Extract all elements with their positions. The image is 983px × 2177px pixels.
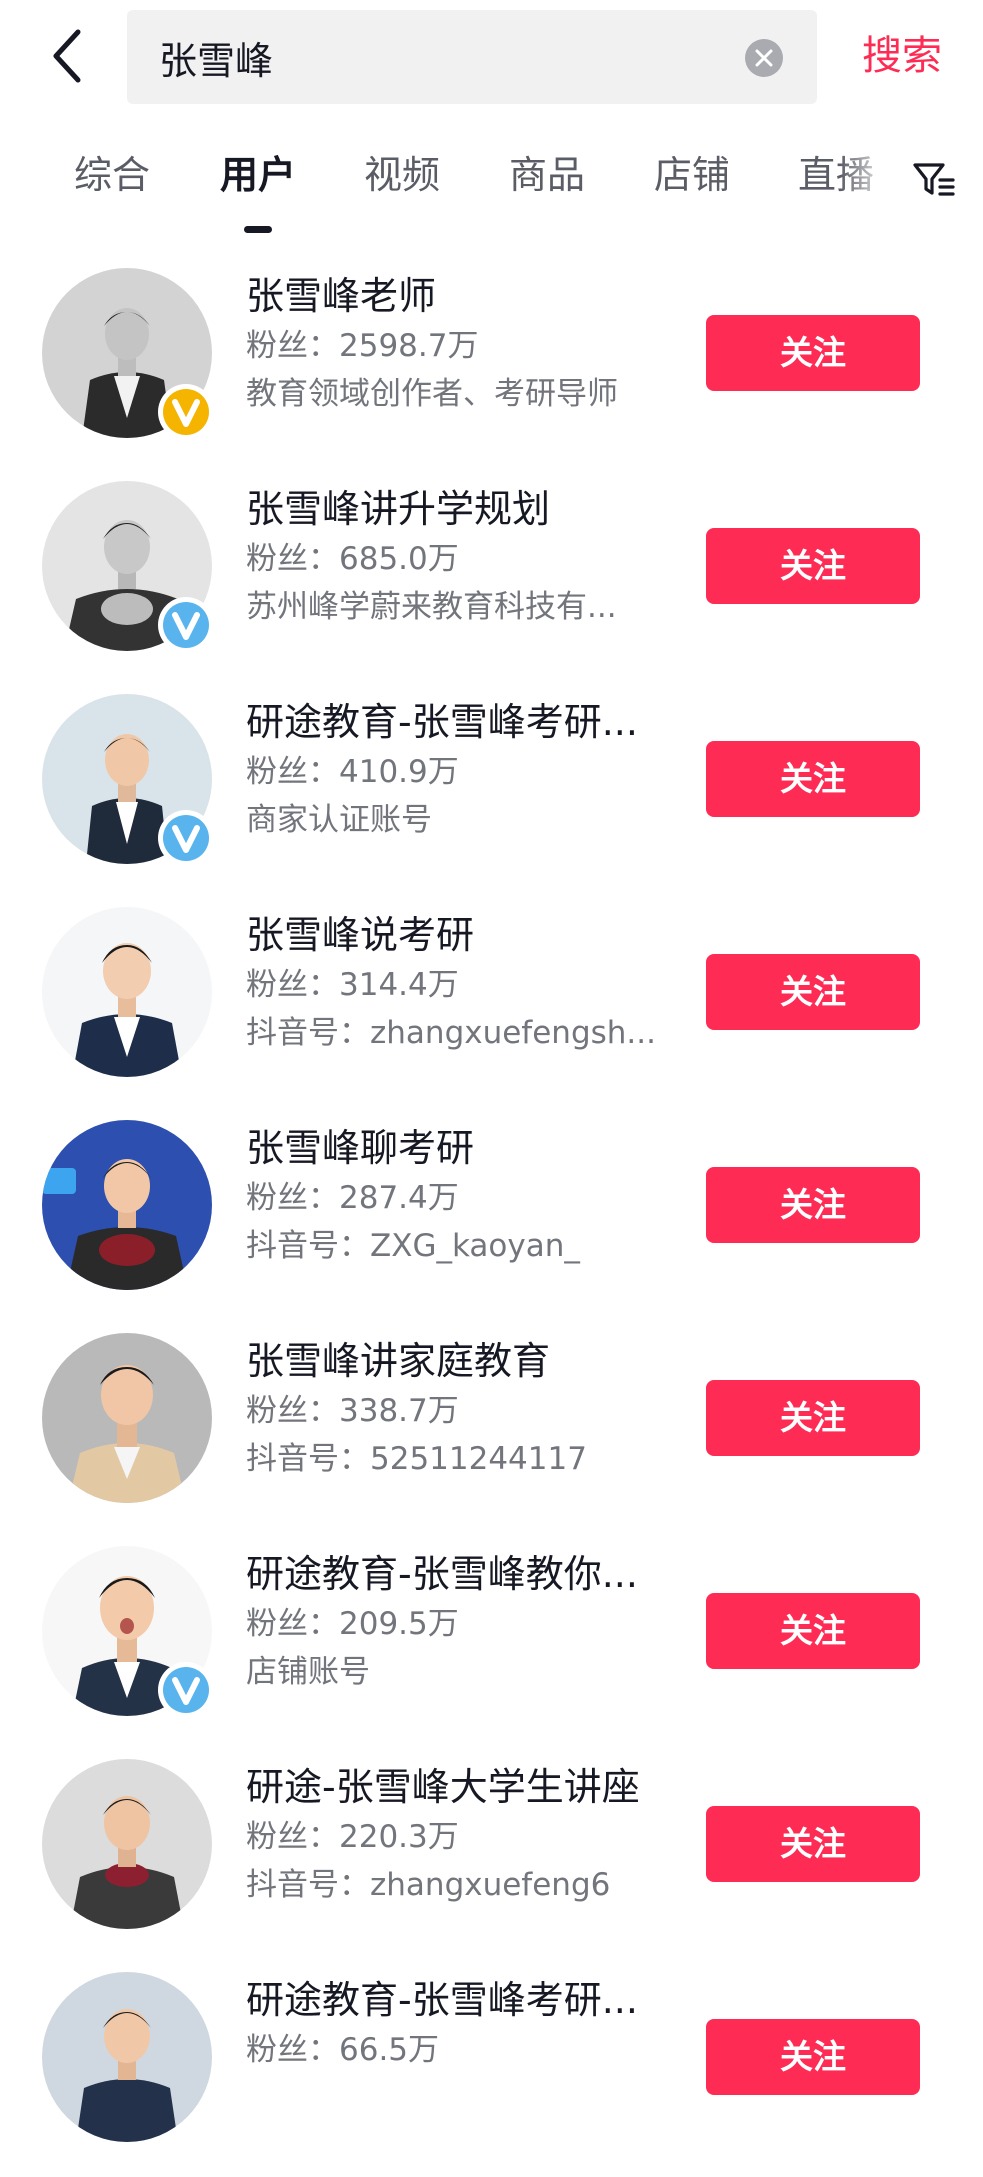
avatar-wrap	[42, 1972, 212, 2142]
user-description: 店铺账号	[246, 1654, 370, 1690]
user-info: 张雪峰讲升学规划 粉丝：685.0万 苏州峰学蔚来教育科技有...	[246, 483, 686, 631]
user-name: 研途教育-张雪峰教你...	[246, 1552, 638, 1596]
avatar-wrap	[42, 1759, 212, 1929]
user-name: 张雪峰老师	[246, 274, 437, 318]
search-input[interactable]	[159, 10, 719, 104]
user-info: 张雪峰说考研 粉丝：314.4万 抖音号：zhangxuefengsh...	[246, 909, 686, 1057]
user-row-zhangxuefeng-teacher[interactable]: 张雪峰老师 粉丝：2598.7万 教育领域创作者、考研导师 关注	[0, 260, 983, 473]
tab-videos[interactable]: 视频	[364, 150, 440, 200]
user-name: 张雪峰说考研	[246, 913, 475, 957]
user-fans-count: 粉丝：338.7万	[246, 1393, 459, 1429]
avatar[interactable]	[42, 1333, 212, 1503]
user-row-zhangxuefeng-shuo-kaoyan[interactable]: 张雪峰说考研 粉丝：314.4万 抖音号：zhangxuefengsh... 关…	[0, 899, 983, 1112]
avatar[interactable]	[42, 1972, 212, 2142]
user-row-yantu-college-lecture[interactable]: 研途-张雪峰大学生讲座 粉丝：220.3万 抖音号：zhangxuefeng6 …	[0, 1751, 983, 1964]
avatar[interactable]	[42, 1120, 212, 1290]
search-button[interactable]: 搜索	[862, 30, 942, 82]
user-name: 张雪峰聊考研	[246, 1126, 475, 1170]
filter-button[interactable]	[912, 160, 956, 200]
avatar-wrap	[42, 1120, 212, 1290]
chevron-left-icon	[53, 29, 81, 83]
user-info: 张雪峰老师 粉丝：2598.7万 教育领域创作者、考研导师	[246, 270, 686, 418]
verified-v-blue-icon	[158, 1662, 214, 1718]
user-fans-count: 粉丝：410.9万	[246, 754, 459, 790]
tab-products[interactable]: 商品	[509, 150, 585, 200]
user-info: 研途教育-张雪峰考研... 粉丝：410.9万 商家认证账号	[246, 696, 686, 844]
user-fans-count: 粉丝：314.4万	[246, 967, 459, 1003]
user-fans-count: 粉丝：66.5万	[246, 2032, 440, 2068]
user-description: 教育领域创作者、考研导师	[246, 376, 618, 412]
user-info: 研途教育-张雪峰教你... 粉丝：209.5万 店铺账号	[246, 1548, 686, 1696]
user-row-yantu-kaoyan[interactable]: 研途教育-张雪峰考研... 粉丝：410.9万 商家认证账号 关注	[0, 686, 983, 899]
avatar-wrap	[42, 907, 212, 1077]
verified-v-blue-icon	[158, 810, 214, 866]
clear-icon	[755, 49, 773, 67]
tab-live[interactable]: 直播	[798, 150, 874, 200]
user-name: 张雪峰讲家庭教育	[246, 1339, 551, 1383]
user-row-yantu-teaches-you[interactable]: 研途教育-张雪峰教你... 粉丝：209.5万 店铺账号 关注	[0, 1538, 983, 1751]
follow-button[interactable]: 关注	[706, 1167, 920, 1243]
follow-button[interactable]: 关注	[706, 528, 920, 604]
user-description: 抖音号：zhangxuefengsh...	[246, 1015, 656, 1051]
follow-button[interactable]: 关注	[706, 2019, 920, 2095]
user-row-yantu-kaoyan-2[interactable]: 研途教育-张雪峰考研... 粉丝：66.5万 关注	[0, 1964, 983, 2177]
clear-search-button[interactable]	[745, 39, 783, 77]
search-tabs: 综合 用户 视频 商品 店铺 直播	[0, 130, 983, 240]
avatar-wrap	[42, 1546, 214, 1718]
follow-button[interactable]: 关注	[706, 954, 920, 1030]
tab-shops[interactable]: 店铺	[654, 150, 730, 200]
user-name: 研途教育-张雪峰考研...	[246, 700, 638, 744]
filter-icon	[913, 163, 955, 196]
user-row-zhangxuefeng-family-education[interactable]: 张雪峰讲家庭教育 粉丝：338.7万 抖音号：52511244117 关注	[0, 1325, 983, 1538]
follow-button[interactable]: 关注	[706, 1806, 920, 1882]
follow-button[interactable]: 关注	[706, 1380, 920, 1456]
user-name: 研途-张雪峰大学生讲座	[246, 1765, 640, 1809]
user-info: 张雪峰讲家庭教育 粉丝：338.7万 抖音号：52511244117	[246, 1335, 686, 1483]
user-info: 张雪峰聊考研 粉丝：287.4万 抖音号：ZXG_kaoyan_	[246, 1122, 686, 1270]
search-box[interactable]	[127, 10, 817, 104]
user-fans-count: 粉丝：2598.7万	[246, 328, 479, 364]
user-row-zhangxuefeng-liao-kaoyan[interactable]: 张雪峰聊考研 粉丝：287.4万 抖音号：ZXG_kaoyan_ 关注	[0, 1112, 983, 1325]
user-description: 抖音号：zhangxuefeng6	[246, 1867, 611, 1903]
follow-button[interactable]: 关注	[706, 741, 920, 817]
user-info: 研途教育-张雪峰考研... 粉丝：66.5万	[246, 1974, 686, 2074]
user-description: 苏州峰学蔚来教育科技有...	[246, 589, 617, 625]
user-fans-count: 粉丝：685.0万	[246, 541, 459, 577]
follow-button[interactable]: 关注	[706, 315, 920, 391]
user-result-list: 张雪峰老师 粉丝：2598.7万 教育领域创作者、考研导师 关注 张雪峰讲升学规…	[0, 260, 983, 2177]
avatar[interactable]	[42, 1759, 212, 1929]
avatar-wrap	[42, 694, 214, 866]
verified-v-blue-icon	[158, 597, 214, 653]
user-description: 抖音号：ZXG_kaoyan_	[246, 1228, 580, 1264]
user-fans-count: 粉丝：209.5万	[246, 1606, 459, 1642]
avatar-wrap	[42, 481, 214, 653]
user-name: 张雪峰讲升学规划	[246, 487, 551, 531]
user-fans-count: 粉丝：287.4万	[246, 1180, 459, 1216]
avatar-wrap	[42, 268, 214, 440]
search-header: 搜索	[0, 0, 983, 115]
avatar[interactable]	[42, 907, 212, 1077]
follow-button[interactable]: 关注	[706, 1593, 920, 1669]
active-tab-indicator	[244, 226, 272, 233]
user-description: 抖音号：52511244117	[246, 1441, 587, 1477]
user-info: 研途-张雪峰大学生讲座 粉丝：220.3万 抖音号：zhangxuefeng6	[246, 1761, 686, 1909]
user-description: 商家认证账号	[246, 802, 432, 838]
user-row-zhangxuefeng-planning[interactable]: 张雪峰讲升学规划 粉丝：685.0万 苏州峰学蔚来教育科技有... 关注	[0, 473, 983, 686]
tab-users[interactable]: 用户	[220, 150, 296, 200]
user-name: 研途教育-张雪峰考研...	[246, 1978, 638, 2022]
avatar-wrap	[42, 1333, 212, 1503]
tab-comprehensive[interactable]: 综合	[74, 150, 150, 200]
user-fans-count: 粉丝：220.3万	[246, 1819, 459, 1855]
back-button[interactable]	[44, 26, 96, 86]
verified-v-gold-icon	[158, 384, 214, 440]
